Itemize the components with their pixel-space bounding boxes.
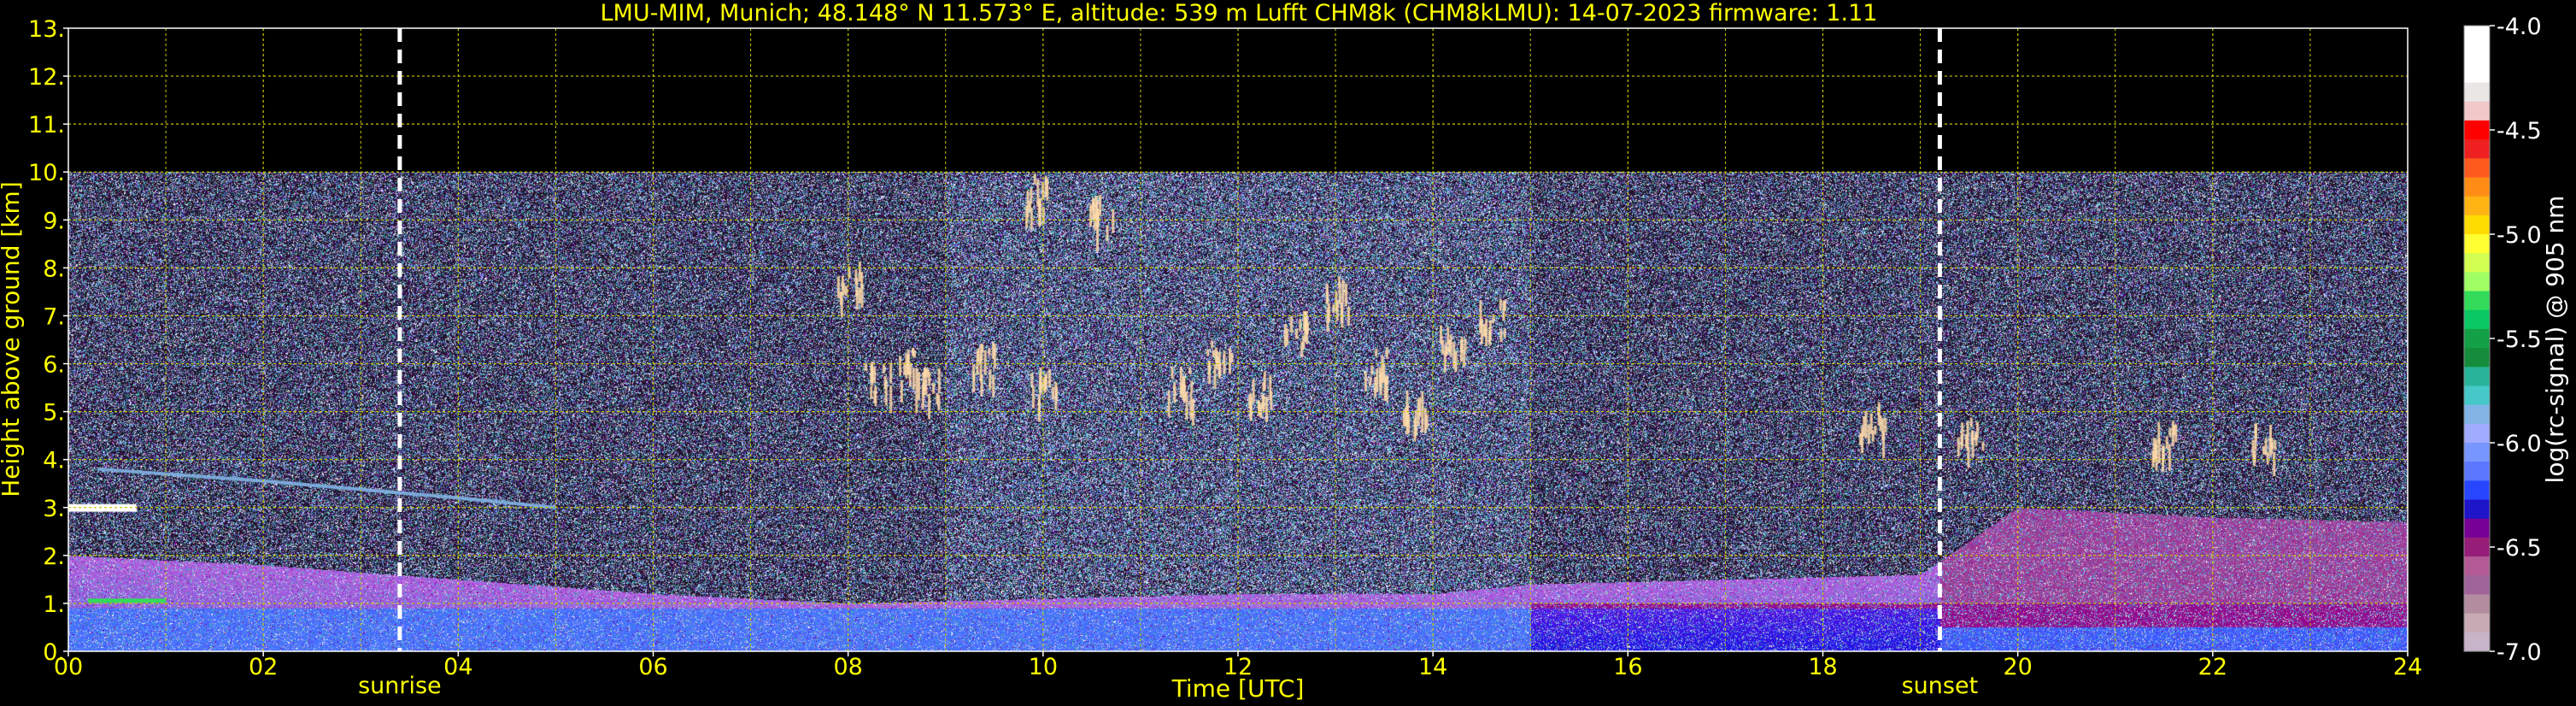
x-tick-label: 08 <box>833 654 862 680</box>
sunrise-label: sunrise <box>358 673 442 699</box>
colorbar-swatch <box>2464 499 2490 520</box>
x-tick-label: 20 <box>2003 654 2032 680</box>
y-axis-ticks: 0. 1. 2. 3. 4. 5. 6. 7. 8. 9. 10. 11. 12. 13. <box>28 16 68 666</box>
colorbar-swatch <box>2464 367 2490 387</box>
colorbar-swatch <box>2464 575 2490 596</box>
x-tick-label: 24 <box>2393 654 2422 680</box>
colorbar-swatch <box>2464 44 2490 64</box>
colorbar-swatch <box>2464 537 2490 557</box>
y-tick-label: 6. <box>43 352 65 379</box>
colorbar-swatch <box>2464 556 2490 576</box>
y-tick-label: 13. <box>28 16 65 43</box>
colorbar-swatch <box>2464 404 2490 425</box>
colorbar-swatch <box>2464 158 2490 179</box>
y-tick-label: 1. <box>43 591 65 618</box>
colorbar-swatch <box>2464 328 2490 349</box>
colorbar-swatch <box>2464 594 2490 615</box>
chart-title: LMU-MIM, Munich; 48.148° N 11.573° E, al… <box>601 0 1878 26</box>
colorbar-tick-label: -7.0 <box>2497 639 2542 666</box>
colorbar-swatch <box>2464 82 2490 103</box>
y-tick-label: 4. <box>43 448 65 474</box>
x-tick-label: 14 <box>1418 654 1447 680</box>
colorbar-tick-label: -4.0 <box>2497 14 2542 40</box>
y-tick-label: 3. <box>43 496 65 522</box>
y-tick-label: 8. <box>43 256 65 282</box>
colorbar-swatch <box>2464 234 2490 254</box>
x-tick-label: 16 <box>1613 654 1642 680</box>
x-tick-label: 22 <box>2198 654 2227 680</box>
colorbar-swatch <box>2464 196 2490 216</box>
y-tick-label: 11. <box>28 112 65 138</box>
colorbar-tick-label: -4.5 <box>2497 118 2542 144</box>
colorbar: -4.0 -4.5 -5.0 -5.5 -6.0 -6.5 -7.0 log(rc-sign… <box>2463 14 2569 666</box>
colorbar-tick-label: -5.0 <box>2497 222 2542 249</box>
y-tick-label: 7. <box>43 303 65 330</box>
colorbar-swatch <box>2464 423 2490 444</box>
colorbar-swatch <box>2464 291 2490 311</box>
colorbar-swatch <box>2464 177 2490 197</box>
colorbar-swatch <box>2464 443 2490 462</box>
x-tick-label: 06 <box>638 654 667 680</box>
y-tick-label: 2. <box>43 544 65 570</box>
colorbar-swatch <box>2464 120 2490 140</box>
y-tick-label: 9. <box>43 208 65 234</box>
colorbar-label: log(rc-signal) @ 905 nm <box>2541 196 2569 484</box>
colorbar-tick-label: -6.5 <box>2497 535 2542 562</box>
colorbar-ticks: -4.0 -4.5 -5.0 -5.5 -6.0 -6.5 -7.0 <box>2490 14 2542 666</box>
colorbar-swatch <box>2464 215 2490 235</box>
x-tick-label: 02 <box>249 654 278 680</box>
colorbar-swatch <box>2464 63 2490 84</box>
sunset-label: sunset <box>1902 673 1979 699</box>
colorbar-swatch <box>2464 348 2490 368</box>
colorbar-swatch <box>2464 613 2490 633</box>
y-tick-label: 10. <box>28 160 65 186</box>
colorbar-swatch <box>2464 139 2490 159</box>
plot-area: sunrise sunset <box>67 27 2409 699</box>
x-tick-label: 18 <box>1808 654 1837 680</box>
x-axis-label: Time [UTC] <box>1171 674 1305 703</box>
colorbar-swatch <box>2464 385 2490 406</box>
y-tick-label: 12. <box>28 64 65 91</box>
colorbar-swatch <box>2464 309 2490 330</box>
colorbar-swatch <box>2464 518 2490 538</box>
y-tick-label: 0. <box>43 639 65 666</box>
colorbar-swatch <box>2464 101 2490 121</box>
colorbar-swatches <box>2464 26 2490 652</box>
y-tick-label: 5. <box>43 400 65 427</box>
colorbar-tick-label: -6.0 <box>2497 431 2542 457</box>
colorbar-swatch <box>2464 253 2490 273</box>
colorbar-swatch <box>2464 632 2490 652</box>
colorbar-swatch <box>2464 26 2490 45</box>
colorbar-swatch <box>2464 272 2490 292</box>
colorbar-swatch <box>2464 480 2490 501</box>
colorbar-swatch <box>2464 462 2490 481</box>
y-axis-label: Height above ground [km] <box>0 181 25 497</box>
ceilometer-chart: LMU-MIM, Munich; 48.148° N 11.573° E, al… <box>0 0 2569 703</box>
x-tick-label: 10 <box>1029 654 1058 680</box>
colorbar-tick-label: -5.5 <box>2497 327 2542 353</box>
x-tick-label: 04 <box>443 654 472 680</box>
